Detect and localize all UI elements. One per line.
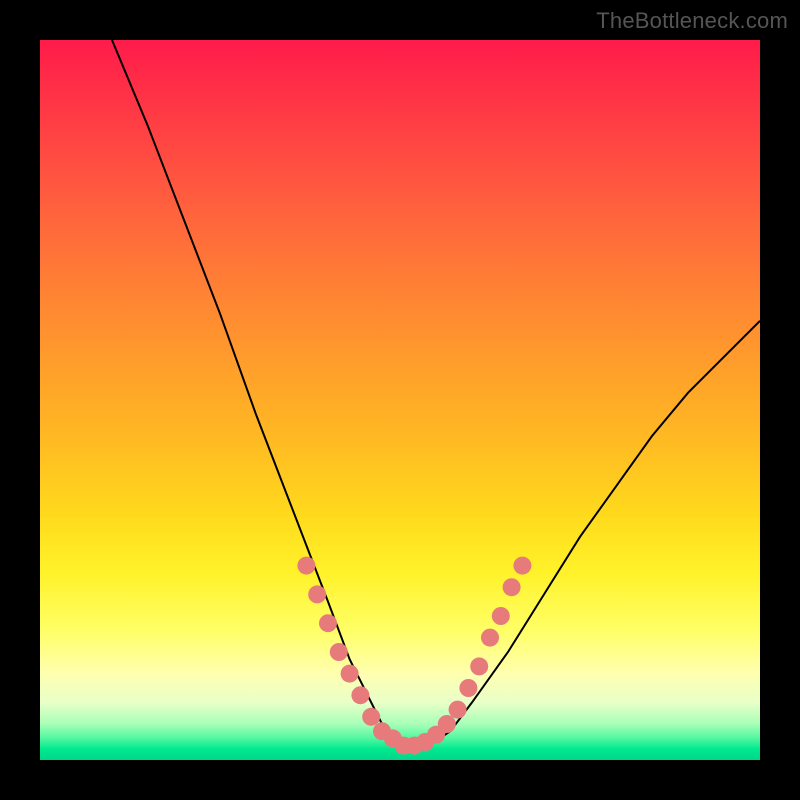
curve-path — [112, 40, 760, 749]
plot-area — [40, 40, 760, 760]
marker-dot — [470, 657, 488, 675]
marker-dot — [341, 665, 359, 683]
marker-dot — [308, 585, 326, 603]
marker-dot — [362, 708, 380, 726]
marker-dot — [513, 557, 531, 575]
marker-dot — [438, 715, 456, 733]
marker-dot — [297, 557, 315, 575]
marker-dot — [492, 607, 510, 625]
marker-dot — [330, 643, 348, 661]
marker-dot — [319, 614, 337, 632]
marker-dot — [351, 686, 369, 704]
marker-dot — [449, 701, 467, 719]
marker-dots — [297, 557, 531, 755]
marker-dot — [459, 679, 477, 697]
curve-line — [112, 40, 760, 749]
chart-svg — [40, 40, 760, 760]
marker-dot — [481, 629, 499, 647]
watermark-text: TheBottleneck.com — [596, 8, 788, 34]
marker-dot — [503, 578, 521, 596]
chart-container: TheBottleneck.com — [0, 0, 800, 800]
